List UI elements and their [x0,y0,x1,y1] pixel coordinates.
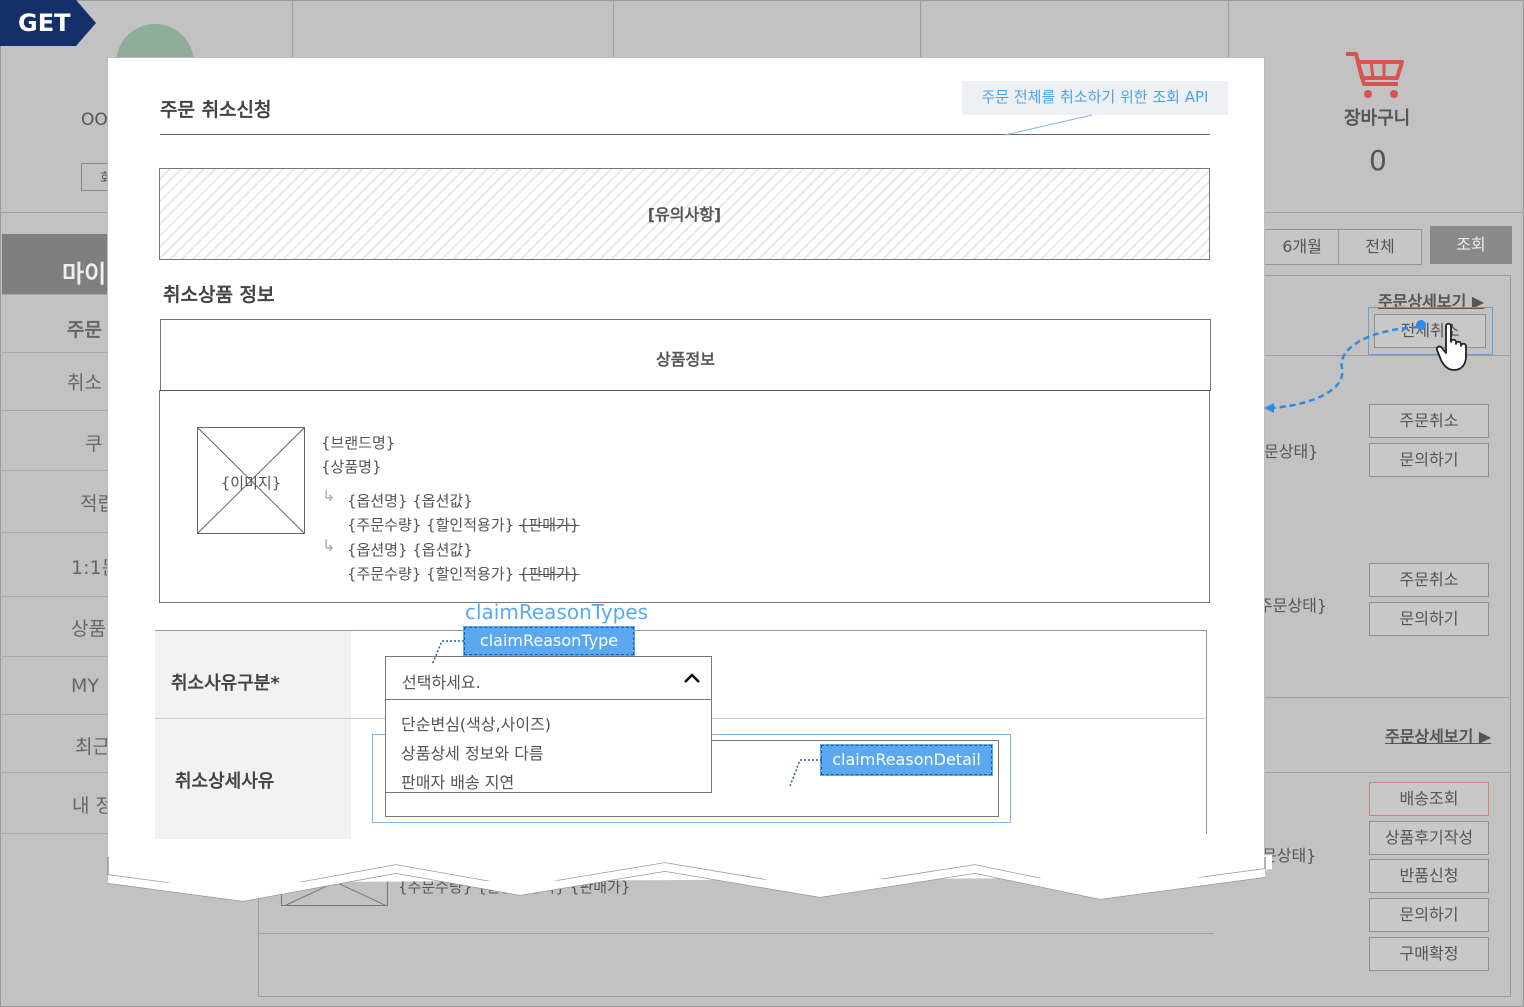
order-divider [258,933,1214,934]
confirm-purchase-button[interactable]: 구매확정 [1369,937,1489,971]
order-qty: {주문수량} [347,565,422,583]
user-name: OO [81,110,108,130]
method-badge-label: GET [18,9,71,37]
option-price-line: {주문수량} {할인적용가} {판매가} [347,563,579,584]
order-status: 문상태} [1264,442,1319,461]
select-value: 선택하세요. [402,673,481,692]
product-image-placeholder: {이미지} [197,427,305,534]
period-6months[interactable]: 6개월 [1264,229,1340,265]
search-button[interactable]: 조회 [1430,226,1512,264]
option-arrow-icon: ↳ [322,536,336,555]
original-price: {판매가} [518,565,580,583]
inquiry-button[interactable]: 문의하기 [1369,602,1489,636]
product-body [159,390,1210,603]
order-detail-link[interactable]: 주문상세보기 ▶ [1385,723,1491,747]
option-text: {옵션명} {옵션값} [347,541,473,559]
inquiry-button[interactable]: 문의하기 [1369,898,1489,932]
option-price-line: {주문수량} {할인적용가} {판매가} [347,514,579,535]
image-placeholder-label: {이미지} [220,474,282,492]
discount-price: {할인적용가} [426,565,515,583]
return-request-button[interactable]: 반품신청 [1369,859,1489,893]
discount-price: {할인적용가} [426,516,515,534]
api-annotation: 주문 전체를 취소하기 위한 조회 API [962,81,1228,115]
track-delivery-button[interactable]: 배송조회 [1369,782,1489,816]
write-review-button[interactable]: 상품후기작성 [1369,821,1489,855]
chevron-up-icon [684,673,700,683]
brand-name: {브랜드명} [321,434,396,452]
cart-label: 장바구니 [1344,108,1411,129]
annotation-line [1004,114,1093,136]
order-divider [1264,772,1511,773]
section-title: 취소상품 정보 [163,284,275,306]
dropdown-option[interactable]: 판매자 배송 지연 [401,769,514,793]
claim-reason-types-label: claimReasonTypes [465,600,649,624]
order-status: 주문상태} [1258,596,1328,615]
hand-cursor-icon [1436,322,1467,371]
order-divider [1264,697,1511,698]
option-arrow-icon: ↳ [322,486,336,505]
original-price: {판매가} [518,516,580,534]
annotation-line [431,640,464,666]
cart-icon[interactable] [1344,50,1406,102]
claim-reason-type-tag: claimReasonType [463,626,635,656]
claim-reason-detail-tag: claimReasonDetail [820,744,993,776]
reason-type-dropdown: 단순변심(색상,사이즈) 상품상세 정보와 다름 판매자 배송 지연 [385,699,712,793]
torn-edge [100,855,1272,902]
dropdown-option[interactable]: 단순변심(색상,사이즈) [401,711,551,735]
inquiry-button[interactable]: 문의하기 [1369,443,1489,477]
cancel-order-button[interactable]: 주문취소 [1369,563,1489,597]
annotation-line [789,759,822,787]
product-header: 상품정보 [160,319,1211,391]
cart-count: 0 [1369,144,1387,177]
notice-label: [유의사항] [647,205,722,224]
period-all[interactable]: 전체 [1338,229,1422,265]
reason-type-label: 취소사유구분* [155,631,351,718]
notice-box: [유의사항] [159,168,1210,260]
option-text: {옵션명} {옵션값} [347,492,473,510]
reason-detail-label: 취소상세사유 [155,719,351,839]
flow-arrow [1264,320,1426,413]
modal-title: 주문 취소신청 [160,99,272,121]
order-qty: {주문수량} [347,516,422,534]
product-header-label: 상품정보 [656,350,715,369]
dropdown-option[interactable]: 상품상세 정보와 다름 [401,740,544,764]
product-name: {상품명} [321,458,382,476]
